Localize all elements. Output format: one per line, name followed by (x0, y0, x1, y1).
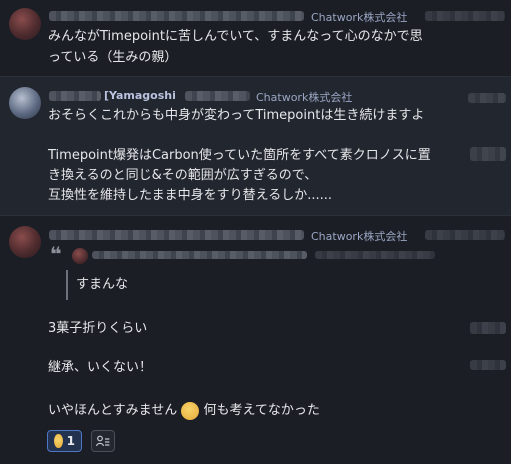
read-status-blurred (470, 360, 506, 370)
sender-name-blurred (49, 91, 101, 101)
tired-face-icon (181, 401, 200, 420)
org-label: Chatwork株式会社 (311, 230, 408, 243)
message-1: Chatwork株式会社 みんながTimepointに苦しんでいて、すまんなって… (0, 0, 511, 76)
timestamp-blurred (468, 93, 506, 103)
avatar[interactable] (9, 226, 41, 258)
message-line: 継承、いくない！ (48, 360, 153, 375)
message-line: Timepoint爆発はCarbon使っていた箇所をすべて素クロノスに置 (48, 148, 431, 163)
message-line: 3菓子折りくらい (48, 321, 148, 336)
add-reaction-button[interactable] (91, 430, 115, 452)
timestamp-blurred (425, 11, 505, 21)
sender-name: [Yamagoshi (104, 89, 176, 102)
quoted-avatar (72, 248, 88, 264)
reaction-button[interactable]: 1 (47, 430, 82, 452)
sender-name-blurred (49, 11, 304, 21)
sender-name-blurred (185, 91, 250, 101)
quote-icon: ❝ (50, 242, 62, 266)
message-line: みんながTimepointに苦しんでいて、すまんなって心のなかで思 (48, 29, 423, 44)
org-label: Chatwork株式会社 (311, 11, 408, 24)
quoted-time-blurred (315, 251, 435, 259)
message-line: 互換性を維持したまま中身をすり替えるしか...... (48, 188, 333, 203)
message-line: っている（生みの親） (48, 50, 178, 65)
message-line: き換えるのと同じ&その範囲が広すぎるので、 (48, 168, 318, 183)
quoted-sender-blurred (92, 251, 307, 259)
read-status-blurred (470, 147, 506, 161)
message-text: いやほんとすみません (48, 403, 178, 418)
message-line: いやほんとすみません 何も考えてなかった (48, 400, 320, 421)
quote-text: すまんな (76, 277, 129, 292)
user-list-icon (96, 435, 110, 447)
avatar[interactable] (9, 87, 41, 119)
avatar[interactable] (9, 8, 41, 40)
message-3: Chatwork株式会社 ❝ すまんな 3菓子折りくらい 継承、いくない！ いや… (0, 216, 511, 464)
message-line: おそらくこれからも中身が変わってTimepointは生き続けますよ (48, 108, 425, 123)
org-label: Chatwork株式会社 (256, 91, 353, 104)
reaction-count: 1 (66, 434, 75, 448)
message-text: 何も考えてなかった (203, 403, 320, 418)
quote-bar (66, 270, 68, 300)
smiling-face-icon (54, 434, 63, 448)
sender-name-blurred (49, 230, 304, 240)
timestamp-blurred (425, 230, 505, 240)
message-2: [Yamagoshi Chatwork株式会社 おそらくこれからも中身が変わって… (0, 77, 511, 215)
read-status-blurred (470, 322, 506, 334)
